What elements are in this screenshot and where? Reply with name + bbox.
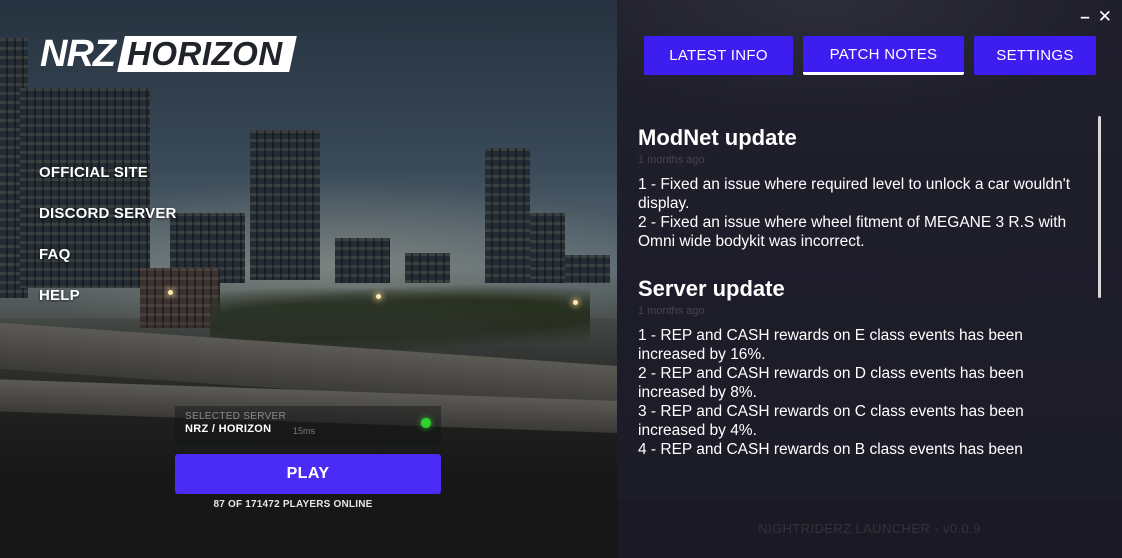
info-panel: – ✕ LATEST INFO PATCH NOTES SETTINGS Mod… (617, 0, 1122, 558)
city-background: NRZ HORIZON OFFICIAL SITE DISCORD SERVER… (0, 0, 617, 558)
discord-server-link[interactable]: DISCORD SERVER (39, 205, 177, 246)
patch-note-time: 1 months ago (638, 154, 705, 166)
server-name: NRZ / HORIZON (185, 423, 272, 435)
side-nav: OFFICIAL SITE DISCORD SERVER FAQ HELP (39, 164, 177, 328)
nrz-horizon-logo: NRZ HORIZON (40, 35, 297, 73)
building (405, 253, 450, 283)
players-online: 87 OF 171472 PLAYERS ONLINE (213, 499, 373, 510)
server-selector[interactable]: SELECTED SERVER NRZ / HORIZON 15ms (175, 406, 441, 444)
patch-note-line: 3 - REP and CASH rewards on C class even… (638, 403, 1024, 439)
official-site-link[interactable]: OFFICIAL SITE (39, 164, 177, 205)
patch-note-line: 4 - REP and CASH rewards on B class even… (638, 441, 1023, 458)
patch-note: ModNet update 1 months ago 1 - Fixed an … (638, 124, 1093, 251)
faq-link[interactable]: FAQ (39, 246, 177, 287)
tab-latest-info[interactable]: LATEST INFO (644, 36, 793, 75)
patch-note-title: ModNet update (638, 125, 797, 150)
minimize-icon[interactable]: – (1080, 8, 1089, 26)
close-icon[interactable]: ✕ (1098, 8, 1112, 26)
patch-note-line: 2 - Fixed an issue where wheel fitment o… (638, 214, 1067, 250)
tab-settings[interactable]: SETTINGS (974, 36, 1096, 75)
patch-note-line: 2 - REP and CASH rewards on D class even… (638, 365, 1024, 401)
tab-bar: LATEST INFO PATCH NOTES SETTINGS (644, 36, 1096, 75)
building (250, 130, 320, 280)
patch-notes-list[interactable]: ModNet update 1 months ago 1 - Fixed an … (638, 124, 1093, 480)
server-status-icon (421, 418, 431, 428)
server-caption: SELECTED SERVER (185, 411, 287, 422)
building (485, 148, 530, 283)
patch-note-time: 1 months ago (638, 305, 705, 317)
launcher-window: NRZ HORIZON OFFICIAL SITE DISCORD SERVER… (0, 0, 1122, 558)
patch-note-line: 1 - REP and CASH rewards on E class even… (638, 327, 1023, 363)
launcher-footer: NIGHTRIDERZ LAUNCHER - v0.0.9 (617, 500, 1122, 558)
version-label: NIGHTRIDERZ LAUNCHER - v0.0.9 (758, 521, 981, 536)
building (530, 213, 565, 283)
patch-note-line: 1 - Fixed an issue where required level … (638, 176, 1071, 212)
window-controls: – ✕ (1080, 8, 1112, 26)
building (565, 255, 610, 283)
building (335, 238, 390, 283)
tab-patch-notes[interactable]: PATCH NOTES (803, 36, 964, 75)
server-ping: 15ms (293, 426, 316, 436)
scrollbar[interactable] (1098, 116, 1101, 298)
play-button[interactable]: PLAY (175, 454, 441, 494)
help-link[interactable]: HELP (39, 287, 177, 328)
patch-note: Server update 1 months ago 1 - REP and C… (638, 275, 1093, 459)
patch-note-title: Server update (638, 276, 785, 301)
